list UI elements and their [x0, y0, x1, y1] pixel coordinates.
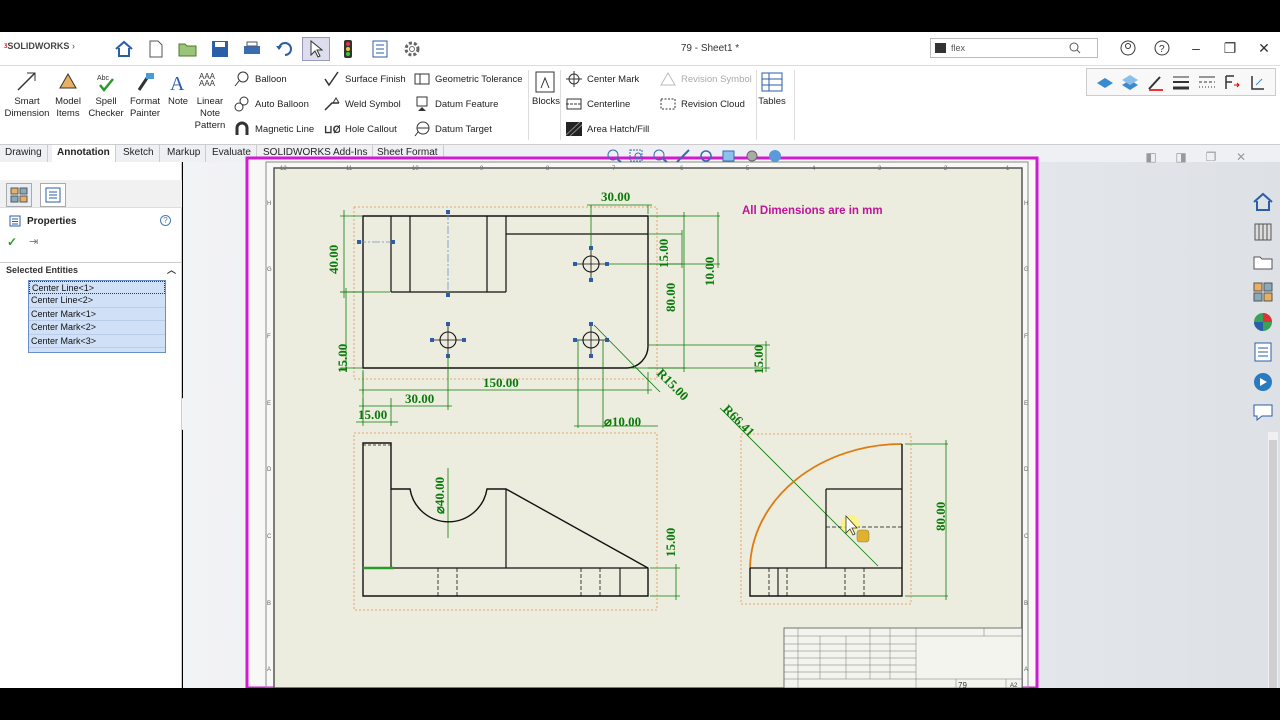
zone-row-label: F — [1024, 334, 1028, 340]
zone-row-label: E — [267, 401, 271, 407]
previous-view-icon[interactable] — [652, 148, 669, 163]
title-block: 79 A2 — [783, 627, 1023, 690]
scrollbar-thumb[interactable] — [1269, 440, 1277, 690]
zoom-to-area-icon[interactable] — [629, 148, 646, 163]
zone-row-label: B — [267, 601, 271, 607]
split-vertical-icon[interactable]: ◧ — [1144, 150, 1158, 164]
close-viewport-icon[interactable]: ✕ — [1234, 150, 1248, 164]
zone-col-label: 11 — [346, 166, 353, 172]
zone-row-label: H — [1024, 201, 1028, 207]
zone-row-label: D — [267, 467, 272, 473]
appearance-icon[interactable] — [767, 148, 784, 163]
forum-chat-icon[interactable] — [1251, 400, 1275, 424]
dimension-text: 10.00 — [702, 257, 717, 286]
dimension-text: 80.00 — [663, 283, 678, 312]
sketch-icon[interactable] — [675, 148, 692, 163]
viewport-window-controls: ◧ ◨ ❐ ✕ — [1144, 150, 1248, 164]
dimension-text: 15.00 — [656, 239, 671, 268]
dimension-text: ⌀40.00 — [432, 477, 447, 514]
zoom-to-fit-icon[interactable] — [606, 148, 623, 163]
zone-row-label: E — [1024, 401, 1028, 407]
dimension-text: ⌀10.00 — [604, 414, 641, 429]
drawing-sheet[interactable]: 12 11 10 9 8 7 6 5 4 3 2 1 H G F E D C B… — [0, 0, 1280, 720]
appearances-icon[interactable] — [1251, 310, 1275, 334]
zone-row-label: G — [267, 267, 272, 273]
dimension-text: 80.00 — [933, 502, 948, 531]
design-library-icon[interactable] — [1251, 220, 1275, 244]
zone-col-label: 12 — [280, 166, 287, 172]
dimension-text: 150.00 — [483, 375, 519, 390]
zone-row-label: G — [1024, 267, 1029, 273]
solidworks-forum-icon[interactable] — [1251, 370, 1275, 394]
hide-show-icon[interactable] — [744, 148, 761, 163]
vertical-scrollbar[interactable] — [1268, 432, 1278, 690]
zone-row-label: D — [1024, 467, 1029, 473]
dimension-text: 15.00 — [663, 528, 678, 557]
zone-row-label: C — [1024, 534, 1029, 540]
zone-row-label: H — [267, 201, 271, 207]
heads-up-view-toolbar — [606, 148, 784, 163]
dimension-text: 30.00 — [405, 391, 434, 406]
solidworks-resources-icon[interactable] — [1251, 190, 1275, 214]
dimension-text: 15.00 — [335, 344, 350, 373]
zone-row-label: F — [267, 334, 271, 340]
dimension-text: 15.00 — [751, 345, 766, 374]
dimension-text: 30.00 — [601, 189, 630, 204]
zone-row-label: A — [267, 667, 271, 673]
view-orientation-icon[interactable] — [721, 148, 738, 163]
zone-row-label: C — [267, 534, 272, 540]
units-note[interactable]: All Dimensions are in mm — [742, 205, 883, 217]
dimension-text: 15.00 — [358, 407, 387, 422]
split-horizontal-icon[interactable]: ◨ — [1174, 150, 1188, 164]
bottom-black-bar — [0, 688, 1280, 720]
file-explorer-icon[interactable] — [1251, 250, 1275, 274]
zone-col-label: 10 — [412, 166, 419, 172]
view-palette-icon[interactable] — [1251, 280, 1275, 304]
task-pane-tabs — [1248, 190, 1278, 430]
rotate-icon[interactable] — [698, 148, 715, 163]
zone-row-label: A — [1024, 667, 1028, 673]
custom-properties-icon[interactable] — [1251, 340, 1275, 364]
dimension-text: 40.00 — [326, 245, 341, 274]
zone-row-label: B — [1024, 601, 1028, 607]
restore-viewport-icon[interactable]: ❐ — [1204, 150, 1218, 164]
